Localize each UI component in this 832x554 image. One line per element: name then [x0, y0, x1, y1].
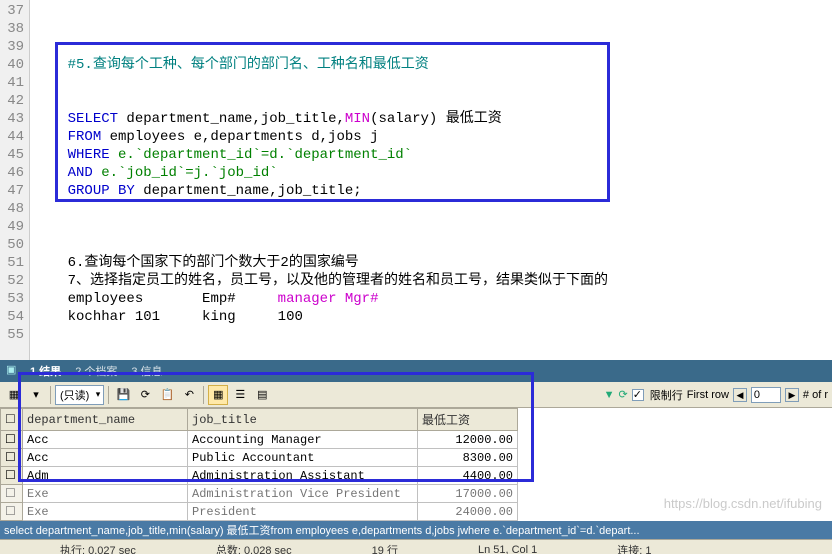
first-row-label: First row: [687, 389, 729, 401]
panel-icon: ▣: [6, 363, 16, 376]
line-gutter: 37383940414243444546474849505152535455: [0, 0, 30, 360]
limit-rows-checkbox[interactable]: [632, 389, 644, 401]
highlight-box-query: [55, 42, 610, 202]
num-rows-label: # of r: [803, 389, 828, 401]
limit-rows-label: 限制行: [650, 387, 683, 403]
first-row-prev[interactable]: ◀: [733, 388, 747, 402]
first-row-next[interactable]: ▶: [785, 388, 799, 402]
table-row[interactable]: ☐ExePresident24000.00: [1, 503, 518, 521]
status-total: 总数: 0.028 sec: [216, 542, 292, 554]
filter-icon[interactable]: ▼: [604, 389, 615, 401]
bottom-status-bar: 执行: 0.027 sec 总数: 0.028 sec 19 行 Ln 51, …: [0, 539, 832, 554]
status-rows: 19 行: [372, 542, 398, 554]
sql-status-bar: select department_name,job_title,min(sal…: [0, 521, 832, 539]
status-ln: Ln 51, Col 1: [478, 544, 537, 554]
status-exec: 执行: 0.027 sec: [60, 542, 136, 554]
table-row[interactable]: ☐ExeAdministration Vice President17000.0…: [1, 485, 518, 503]
refresh-icon[interactable]: ⟳: [619, 388, 628, 401]
first-row-input[interactable]: [751, 387, 781, 403]
status-conn: 连接: 1: [617, 542, 651, 554]
highlight-box-results: [18, 372, 534, 482]
watermark: https://blog.csdn.net/ifubing: [664, 496, 822, 511]
